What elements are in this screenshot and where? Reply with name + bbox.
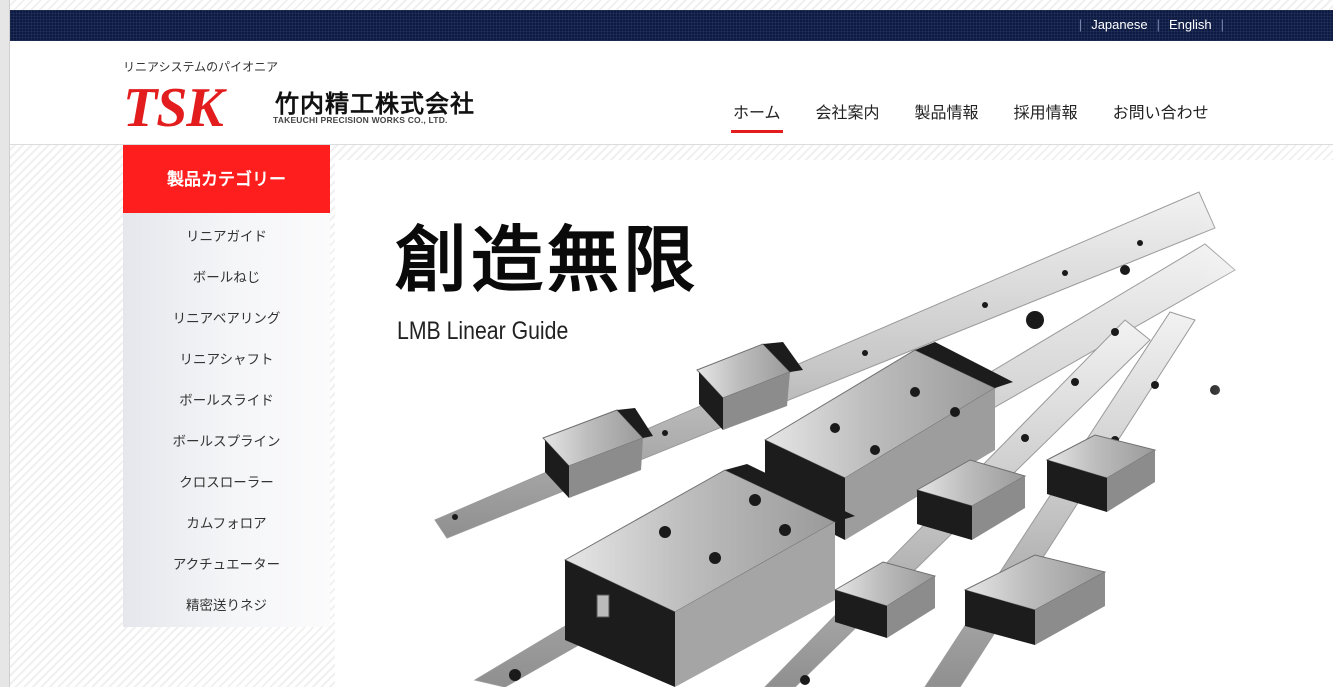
- category-ball-slide[interactable]: ボールスライド: [123, 381, 330, 422]
- site-header: リニアシステムのパイオニア TSK 竹内精工株式会社 TAKEUCHI PREC…: [10, 41, 1333, 145]
- product-category-sidebar: 製品カテゴリー リニアガイド ボールねじ リニアベアリング リニアシャフト ボー…: [123, 145, 330, 627]
- language-switcher: | Japanese | English |: [1078, 17, 1224, 32]
- language-link-japanese[interactable]: Japanese: [1091, 17, 1147, 32]
- category-linear-guide[interactable]: リニアガイド: [123, 217, 330, 258]
- category-ball-spline[interactable]: ボールスプライン: [123, 422, 330, 463]
- category-title: 製品カテゴリー: [123, 145, 330, 213]
- nav-recruit[interactable]: 採用情報: [1014, 99, 1078, 123]
- tagline: リニアシステムのパイオニア: [123, 60, 279, 74]
- category-ball-screw[interactable]: ボールねじ: [123, 258, 330, 299]
- category-cross-roller[interactable]: クロスローラー: [123, 463, 330, 504]
- hero-banner[interactable]: 創造無限 LMB Linear Guide: [335, 160, 1333, 687]
- company-name-jp: 竹内精工株式会社: [275, 90, 475, 118]
- company-name-en: TAKEUCHI PRECISION WORKS CO., LTD.: [273, 115, 448, 125]
- tsk-logo-mark: TSK: [123, 77, 224, 139]
- language-link-english[interactable]: English: [1169, 17, 1212, 32]
- top-bar: | Japanese | English |: [10, 10, 1333, 41]
- nav-products[interactable]: 製品情報: [915, 99, 979, 123]
- category-precision-lead-screw[interactable]: 精密送りネジ: [123, 586, 330, 627]
- category-list: リニアガイド ボールねじ リニアベアリング リニアシャフト ボールスライド ボー…: [123, 213, 330, 627]
- nav-home[interactable]: ホーム: [731, 99, 783, 133]
- main-nav: ホーム 会社案内 製品情報 採用情報 お問い合わせ: [731, 99, 1209, 133]
- category-cam-follower[interactable]: カムフォロア: [123, 504, 330, 545]
- nav-contact[interactable]: お問い合わせ: [1113, 99, 1209, 123]
- hero-title: 創造無限: [395, 217, 700, 302]
- hero-subtitle: LMB Linear Guide: [397, 317, 569, 345]
- company-logo[interactable]: TSK 竹内精工株式会社 TAKEUCHI PRECISION WORKS CO…: [123, 77, 483, 139]
- category-actuator[interactable]: アクチュエーター: [123, 545, 330, 586]
- window-left-edge: [0, 0, 10, 687]
- category-linear-bearing[interactable]: リニアベアリング: [123, 299, 330, 340]
- category-linear-shaft[interactable]: リニアシャフト: [123, 340, 330, 381]
- nav-company[interactable]: 会社案内: [816, 99, 880, 123]
